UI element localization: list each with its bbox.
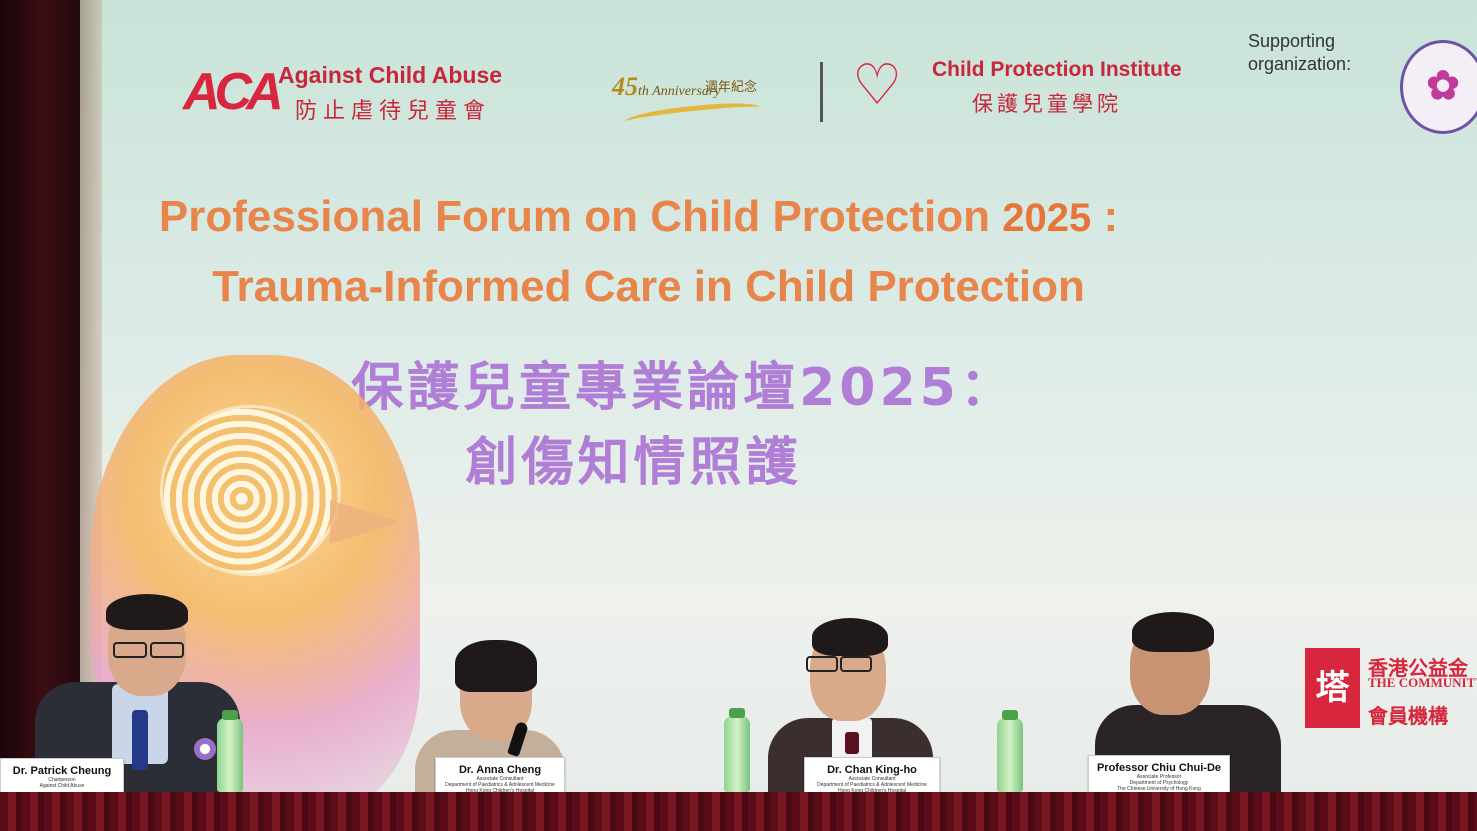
organizer-name-en: Against Child Abuse [278,62,503,88]
heart-icon: ♡ [852,53,903,118]
panelist-name: Professor Chiu Chui-De [1096,762,1222,774]
bottle-cap [729,708,745,718]
aca-logo: ACA [183,63,284,121]
water-bottle [724,716,750,792]
hair [106,594,188,630]
nameplate-1: Dr. Patrick Cheung Chairperson Against C… [0,758,124,796]
glasses-icon [150,642,184,658]
forum-title-en-line2: Trauma-Informed Care in Child Protection [212,262,1085,311]
necktie [845,732,859,754]
hair [812,618,888,656]
logo-divider [820,62,823,122]
corsage-icon [194,738,216,760]
organizer-name-zh: 防止虐待兒童會 [295,99,492,124]
water-bottle [997,718,1023,792]
bottle-cap [222,710,238,720]
water-bottle [217,718,243,792]
panelist-name: Dr. Anna Cheng [458,764,542,776]
forum-title-en-line1: Professional Forum on Child Protection 2… [158,192,1119,241]
co-organizer-name-en: Child Protection Institute [932,58,1182,81]
glasses-icon [806,656,838,672]
brain-maze-icon [160,405,341,576]
co-organizer-name-zh: 保護兒童學院 [972,92,1122,116]
sponsor-member-label: 會員機構 [1368,704,1448,728]
bottle-cap [1002,710,1018,720]
supporting-organization-seal: ✿ [1400,40,1477,134]
anniversary-number: 45 [612,72,638,101]
sponsor-name-en: THE COMMUNITY CHEST [1368,675,1477,690]
community-chest-pagoda-icon: 塔 [1305,648,1360,728]
table-skirt [0,792,1477,831]
nose-shape [330,500,400,544]
glasses-icon [840,656,872,672]
panelist-org: Against Child Abuse [39,783,85,789]
hair [1132,612,1214,652]
glasses-icon [113,642,147,658]
supporting-label: Supporting organization: [1248,31,1352,74]
panelist-name: Dr. Chan King-ho [827,764,917,776]
hair [455,640,537,692]
necktie [132,710,148,770]
panelist-name: Dr. Patrick Cheung [12,765,112,777]
anniversary-label-zh: 週年紀念 [705,80,758,95]
